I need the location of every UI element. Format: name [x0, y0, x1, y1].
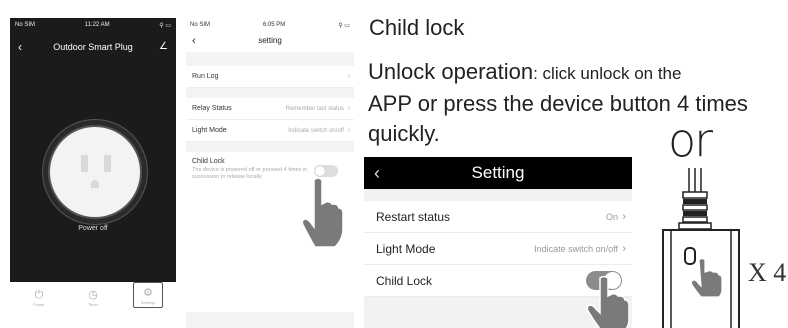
- settings-row-light-mode[interactable]: Light Mode Indicate switch on/off ›: [186, 120, 354, 142]
- nav-bar: ‹ setting: [186, 32, 354, 52]
- instruction-rest: : click unlock on the: [533, 64, 682, 83]
- hand-pointer-icon: [301, 177, 344, 248]
- chevron-right-icon: ›: [622, 242, 626, 255]
- toggle-knob: [315, 166, 325, 176]
- row-value: Indicate switch on/off: [534, 243, 618, 254]
- press-count-label: X 4: [748, 258, 787, 287]
- outlet-ground-icon: [91, 180, 99, 188]
- bottom-tab-bar: ⏻ Power ◷ Timer ⚙ Settings: [10, 282, 176, 328]
- instruction-lead: Unlock operation: [368, 59, 534, 84]
- row-value: Indicate switch on/off: [288, 127, 344, 134]
- chevron-right-icon: ›: [347, 127, 350, 134]
- nav-bar: ‹ Outdoor Smart Plug ∠: [10, 40, 176, 56]
- battery-icon: ⚲ ▭: [338, 22, 350, 29]
- tab-timer[interactable]: ◷ Timer: [78, 288, 108, 307]
- phone-screen-plug: No SIM 11:22 AM ⚲ ▭ ‹ Outdoor Smart Plug…: [10, 18, 176, 328]
- chevron-right-icon: ›: [347, 73, 350, 80]
- tab-power[interactable]: ⏻ Power: [24, 288, 54, 307]
- settings-group-main: Relay Status Remember last status › Ligh…: [186, 98, 354, 142]
- power-status: Power off: [78, 225, 108, 232]
- edit-icon[interactable]: ∠: [159, 40, 168, 54]
- outlet-power-button[interactable]: [48, 125, 142, 219]
- outlet-slot-icon: [81, 155, 88, 172]
- settings-row-light-mode[interactable]: Light Mode Indicate switch on/off ›: [364, 233, 632, 265]
- settings-row-restart-status[interactable]: Restart status On ›: [364, 201, 632, 233]
- chevron-right-icon: ›: [622, 210, 626, 223]
- battery-icon: ⚲ ▭: [159, 22, 171, 29]
- status-bar: No SIM 6:05 PM ⚲ ▭: [186, 18, 354, 32]
- back-icon[interactable]: ‹: [18, 40, 22, 54]
- instruction-text: Unlock operation: click unlock on the AP…: [368, 57, 778, 149]
- settings-row-run-log[interactable]: Run Log ›: [186, 66, 354, 88]
- smart-plug-device-icon: [662, 168, 740, 328]
- clock-icon: ◷: [88, 289, 98, 301]
- clock-label: 6:05 PM: [262, 22, 286, 28]
- setting-title: Setting: [471, 163, 525, 182]
- settings-row-relay-status[interactable]: Relay Status Remember last status ›: [186, 98, 354, 120]
- chevron-right-icon: ›: [347, 105, 350, 112]
- row-value: On: [605, 211, 618, 222]
- instruction-line3: quickly.: [368, 121, 440, 146]
- carrier-label: No SIM: [15, 22, 36, 28]
- back-icon[interactable]: ‹: [374, 157, 380, 189]
- child-lock-label: Child Lock: [192, 158, 225, 165]
- page-title: Outdoor Smart Plug: [53, 42, 133, 52]
- setting-header: ‹ Setting: [364, 157, 632, 189]
- status-bar: No SIM 11:22 AM ⚲ ▭: [10, 18, 176, 32]
- tab-settings[interactable]: ⚙ Settings: [133, 282, 163, 308]
- settings-group-log: Run Log ›: [186, 66, 354, 88]
- outlet-slot-icon: [104, 155, 111, 172]
- row-value: Remember last status: [285, 105, 344, 112]
- section-title: Child lock: [369, 15, 465, 40]
- gear-icon: ⚙: [143, 287, 153, 299]
- child-lock-description: The device is powered off or pressed 4 t…: [192, 167, 308, 180]
- power-icon: ⏻: [34, 289, 44, 301]
- or-label: or: [668, 113, 713, 167]
- plug-main-panel: ‹ Outdoor Smart Plug ∠ Power off: [10, 32, 176, 282]
- page-title: setting: [258, 36, 282, 45]
- phone-screen-setting: No SIM 6:05 PM ⚲ ▭ ‹ setting Run Log › R…: [186, 18, 354, 328]
- carrier-label: No SIM: [190, 22, 211, 28]
- hand-pointer-icon: [586, 276, 630, 328]
- back-icon[interactable]: ‹: [192, 32, 196, 50]
- clock-label: 11:22 AM: [84, 22, 110, 28]
